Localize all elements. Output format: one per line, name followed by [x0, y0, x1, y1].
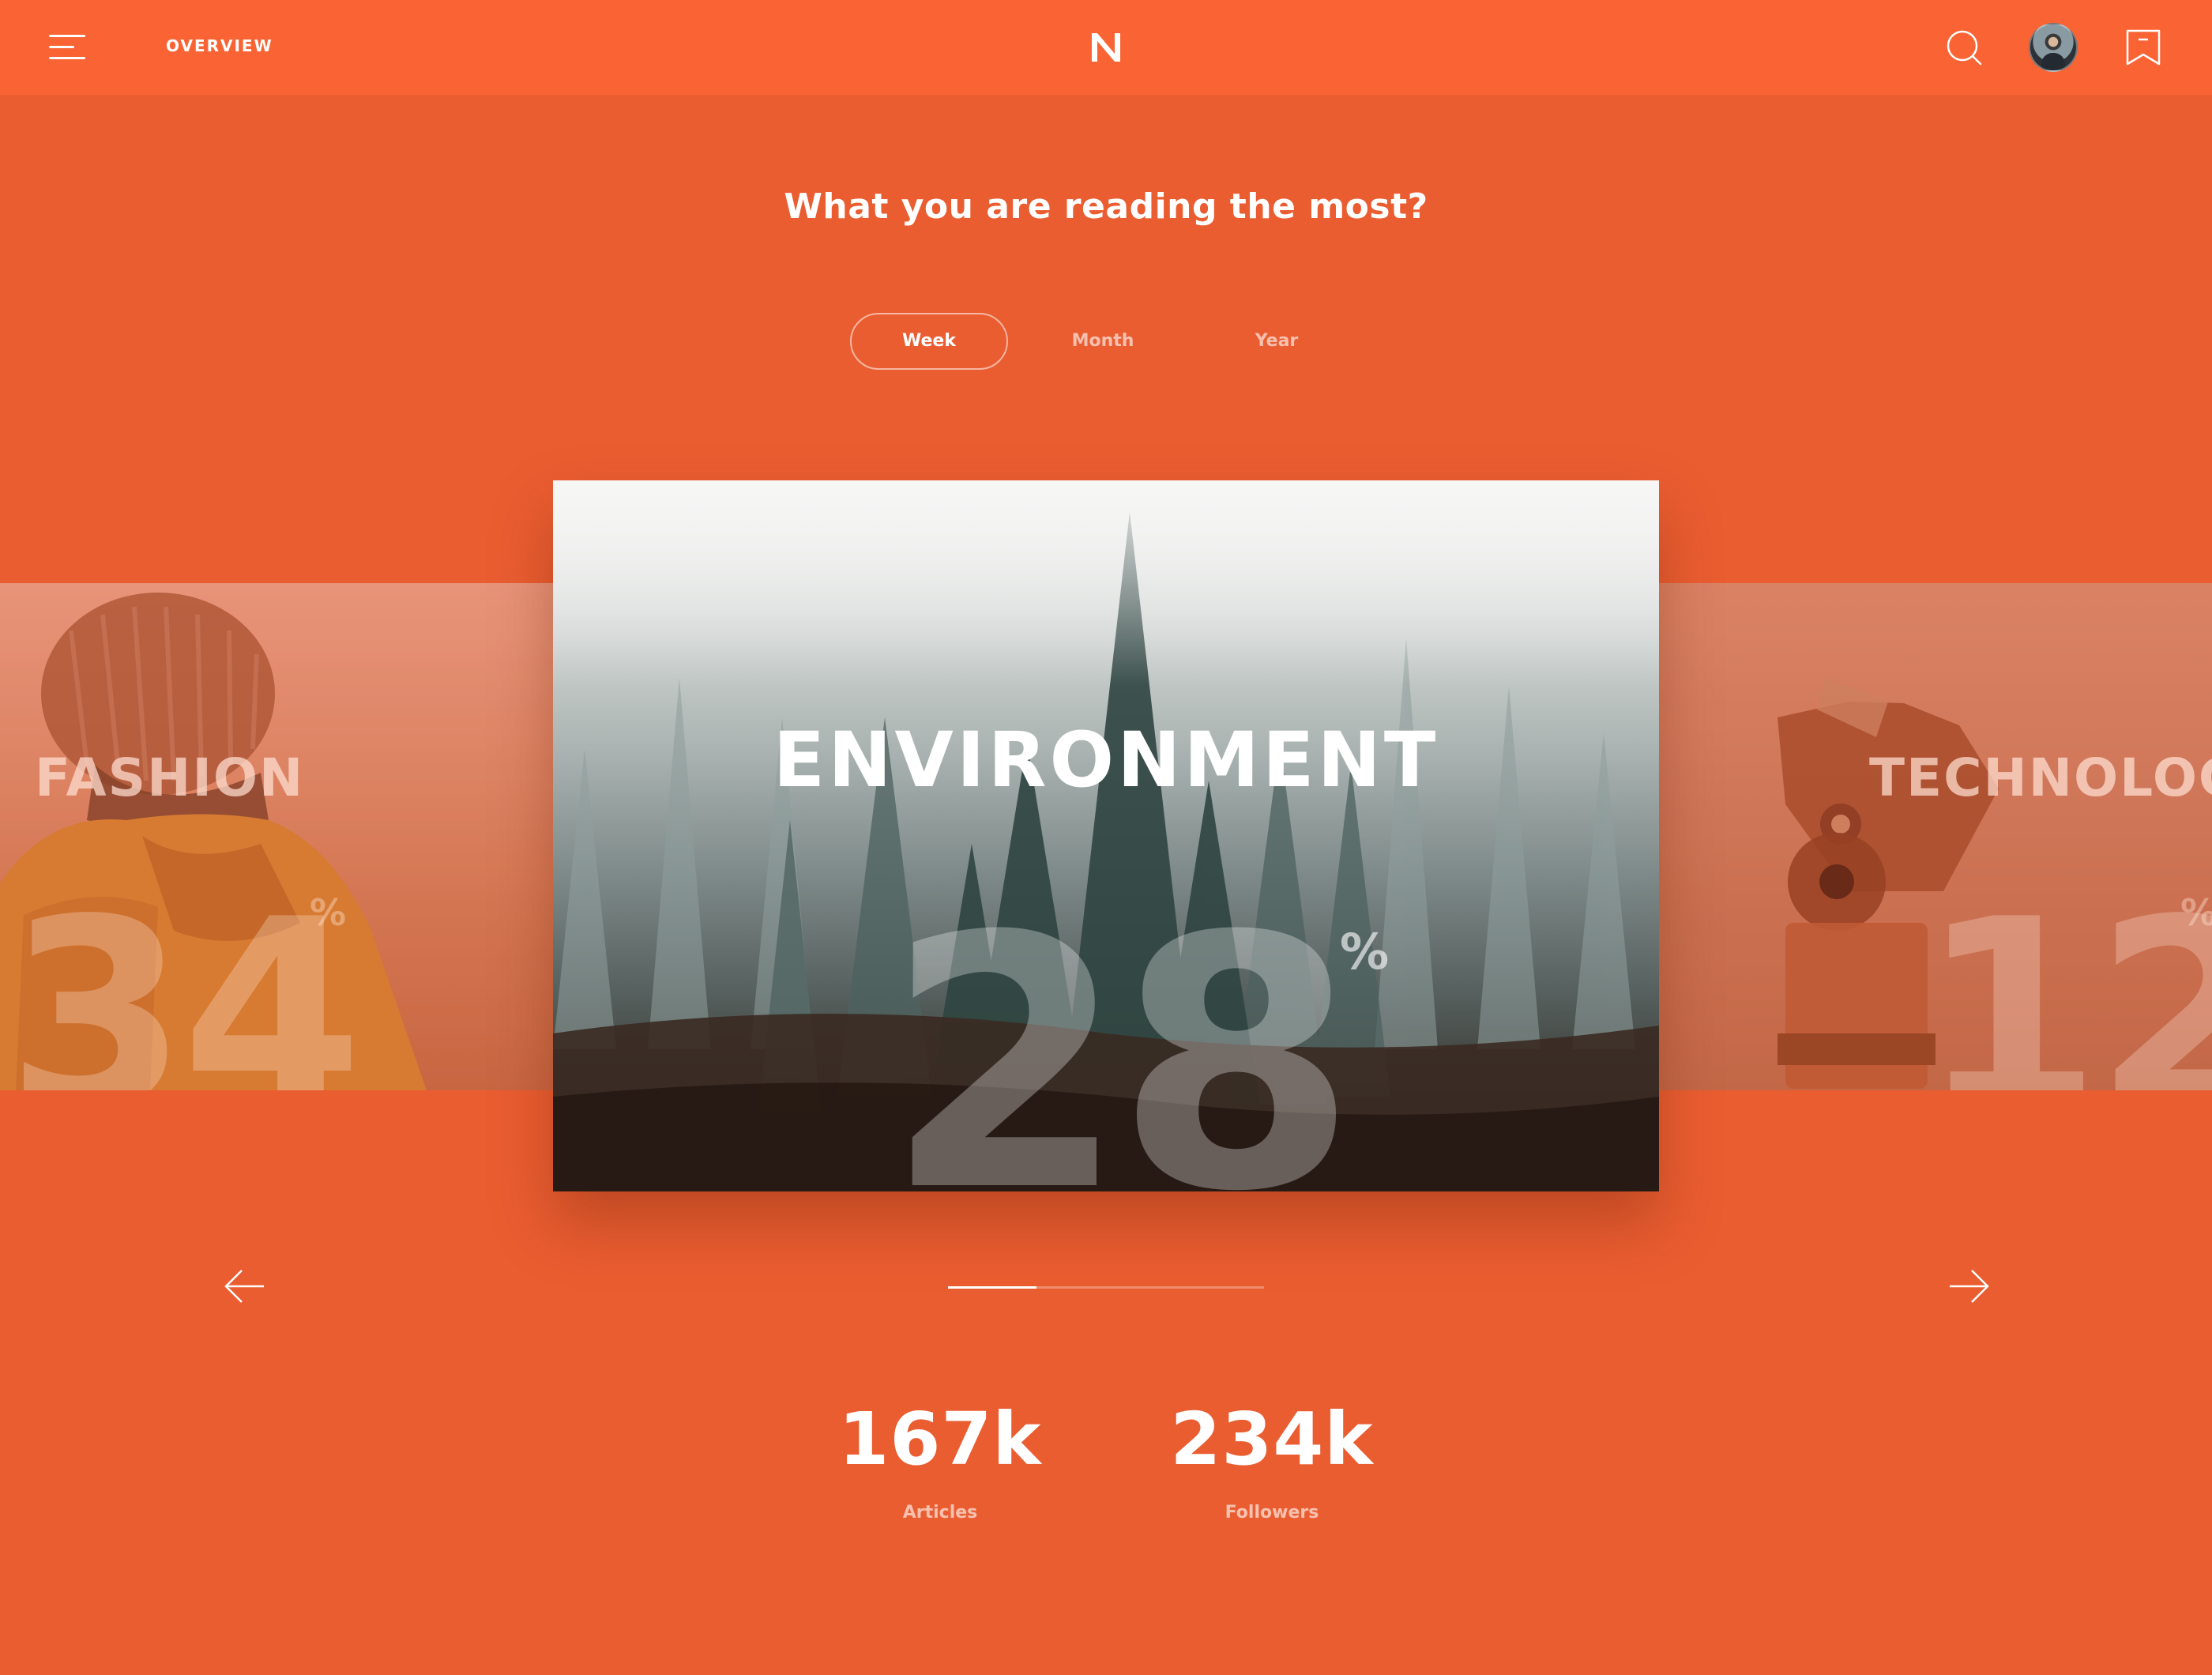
logo-icon[interactable]: [1087, 28, 1125, 66]
carousel-progress: [948, 1286, 1264, 1289]
tab-week[interactable]: Week: [850, 313, 1008, 370]
search-icon[interactable]: [1943, 27, 1984, 68]
nav-title[interactable]: OVERVIEW: [166, 36, 273, 55]
percent-sign-fashion: %: [310, 891, 347, 934]
percent-sign-technology: %: [2180, 891, 2212, 934]
tab-year[interactable]: Year: [1198, 313, 1356, 370]
stat-followers-value: 234k: [1170, 1397, 1374, 1481]
arrow-right-icon[interactable]: [1947, 1267, 1991, 1305]
category-label-fashion: FASHION: [35, 747, 305, 808]
page-heading: What you are reading the most?: [784, 186, 1428, 227]
category-percent-technology: 12: [1920, 864, 2212, 1090]
carousel-card-environment[interactable]: ENVIRONMENT 28 %: [553, 480, 1659, 1191]
top-navigation-bar: OVERVIEW: [0, 0, 2212, 95]
category-percent-fashion: 34: [6, 864, 363, 1090]
carousel-progress-fill: [948, 1286, 1036, 1289]
category-label-environment: ENVIRONMENT: [773, 716, 1439, 804]
arrow-left-icon[interactable]: [223, 1267, 267, 1305]
stat-articles: 167k Articles: [822, 1403, 1059, 1523]
stat-articles-label: Articles: [902, 1503, 978, 1523]
stat-followers: 234k Followers: [1153, 1403, 1390, 1523]
tab-month[interactable]: Month: [1024, 313, 1182, 370]
avatar[interactable]: [2029, 23, 2078, 72]
category-label-technology: TECHNOLOGY: [1869, 747, 2212, 808]
bookmark-icon[interactable]: [2125, 28, 2161, 66]
stat-articles-value: 167k: [838, 1397, 1042, 1481]
percent-sign-environment: %: [1340, 923, 1390, 981]
stat-followers-label: Followers: [1224, 1503, 1319, 1523]
category-percent-environment: 28: [885, 863, 1357, 1191]
carousel-card-fashion[interactable]: FASHION 34 %: [0, 583, 553, 1090]
carousel-card-technology[interactable]: TECHNOLOGY 12 %: [1659, 583, 2212, 1090]
period-tabs: Week Month Year: [850, 313, 1364, 370]
menu-icon[interactable]: [49, 32, 85, 63]
